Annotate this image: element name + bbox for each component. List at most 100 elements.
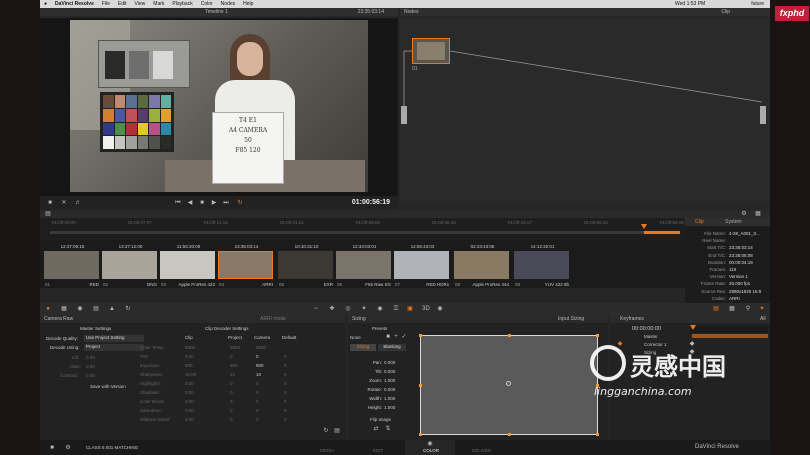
decoder-clip[interactable]: 0.00 — [185, 399, 194, 404]
menu-nodes[interactable]: Nodes — [221, 1, 235, 7]
play-reverse-icon[interactable]: ◀ — [186, 199, 194, 207]
decoder-camera[interactable]: 0 — [256, 408, 259, 413]
decoder-camera[interactable]: 10 — [256, 372, 261, 377]
node-graph[interactable]: 01 — [400, 18, 770, 203]
decoder-project[interactable]: 0 — [230, 381, 233, 386]
save-with-version-button[interactable]: Save with Version — [90, 384, 126, 389]
decoder-project[interactable]: 0 — [230, 417, 233, 422]
menu-view[interactable]: View — [135, 1, 146, 7]
decoder-project[interactable]: 800 — [230, 363, 238, 368]
corner-handle[interactable] — [596, 433, 599, 436]
decoder-camera[interactable]: 0 — [256, 381, 259, 386]
reset-icon[interactable]: ↻ — [322, 427, 330, 435]
decoder-camera[interactable]: 0 — [256, 390, 259, 395]
decode-quality-select[interactable]: Use Project Setting — [84, 335, 144, 342]
menu-file[interactable]: File — [102, 1, 110, 7]
flip-vertical-icon[interactable]: ⇅ — [384, 425, 392, 433]
decoder-default[interactable]: 0 — [284, 399, 287, 404]
input-sizing-select[interactable]: Input Sizing — [558, 315, 584, 323]
color-wheels-icon[interactable]: ◉ — [76, 305, 84, 313]
nodes-clip-label[interactable]: Clip — [721, 8, 730, 16]
keyframe-icon[interactable]: ▤ — [712, 305, 720, 313]
sizing-center-handle[interactable] — [506, 381, 511, 386]
blur-icon[interactable]: ◉ — [376, 305, 384, 313]
qualifier-icon[interactable]: ✚ — [328, 305, 336, 313]
tab-clip[interactable]: Clip — [695, 219, 704, 225]
power-window-icon[interactable]: ◎ — [344, 305, 352, 313]
menu-playback[interactable]: Playback — [172, 1, 192, 7]
clip-thumbnail[interactable]: 23:35:03:14 04 ARRI — [218, 244, 275, 288]
split-screen-icon[interactable]: ✕ — [60, 199, 68, 207]
playhead-icon[interactable] — [641, 224, 647, 229]
decoder-camera[interactable]: 5600 — [256, 345, 266, 350]
color-match-icon[interactable]: ▦ — [60, 305, 68, 313]
decoder-project[interactable]: 10 — [230, 372, 235, 377]
grid-view-icon[interactable]: ▦ — [754, 210, 762, 218]
decoder-clip[interactable]: 0.00 — [185, 408, 194, 413]
decoder-default[interactable]: 0 — [284, 363, 287, 368]
sizing-field-value[interactable]: 1.000 — [384, 405, 395, 410]
decoder-default[interactable]: 0 — [284, 417, 287, 422]
arri-mode-label[interactable]: ARRI mode — [260, 315, 286, 323]
info-icon[interactable]: ◉ — [436, 305, 444, 313]
page-edit[interactable]: EDIT — [373, 448, 383, 453]
sizing-icon[interactable]: ▣ — [406, 305, 414, 313]
project-manager-icon[interactable]: ■ — [48, 444, 56, 452]
decoder-clip[interactable]: 0.00 — [185, 354, 194, 359]
decoder-clip[interactable]: 5600 — [185, 345, 195, 350]
flip-horizontal-icon[interactable]: ⇄ — [372, 425, 380, 433]
tab-system[interactable]: System — [725, 219, 742, 225]
decoder-camera[interactable]: 0 — [256, 354, 259, 359]
motion-icon[interactable]: ↻ — [124, 305, 132, 313]
decoder-default[interactable]: 0 — [284, 390, 287, 395]
track-master[interactable]: Master — [644, 334, 658, 339]
sync-icon[interactable]: ▤ — [333, 427, 341, 435]
preset-apply-icon[interactable]: ✓ — [400, 333, 408, 341]
page-media[interactable]: MEDIA — [320, 448, 334, 453]
sizing-canvas[interactable] — [419, 334, 599, 436]
keyframes-filter[interactable]: All — [760, 315, 766, 323]
camera-raw-icon[interactable]: ● — [44, 305, 52, 313]
gain-value[interactable]: 0.00 — [86, 364, 95, 369]
audio-icon[interactable]: ♬ — [74, 199, 82, 207]
decoder-default[interactable]: 0 — [284, 381, 287, 386]
tab-blanking[interactable]: Blanking — [378, 344, 406, 351]
apple-icon[interactable]: ● — [44, 1, 47, 7]
page-deliver[interactable]: DELIVER — [472, 448, 491, 453]
menu-color[interactable]: Color — [201, 1, 213, 7]
sizing-field-value[interactable]: 0.000 — [384, 387, 395, 392]
decode-using-select[interactable]: Project — [84, 344, 144, 351]
timeline-ruler[interactable]: 01:00:00:00 01:00:07:07 01:00:14:14 01:00:2… — [40, 218, 685, 240]
clip-thumbnail[interactable]: 12:37:06:15 01 RED — [44, 244, 101, 288]
clip-thumbnail[interactable]: 14:12:32:01 09 YUV 422 8b — [514, 244, 571, 288]
decoder-clip[interactable]: 800 — [185, 363, 193, 368]
decoder-camera[interactable]: 0 — [256, 399, 259, 404]
curves-icon[interactable]: ∽ — [312, 305, 320, 313]
corner-handle[interactable] — [419, 334, 422, 337]
decoder-default[interactable]: 0 — [284, 408, 287, 413]
sizing-field-value[interactable]: 1.000 — [384, 396, 395, 401]
tab-sizing[interactable]: Sizing — [350, 344, 376, 351]
decoder-project[interactable]: 0 — [230, 390, 233, 395]
lift-value[interactable]: 0.00 — [86, 355, 95, 360]
decoder-project[interactable]: 0 — [230, 408, 233, 413]
decoder-project[interactable]: 0 — [230, 354, 233, 359]
edge-handle[interactable] — [508, 433, 511, 436]
edge-handle[interactable] — [508, 334, 511, 337]
loop-icon[interactable]: ↻ — [236, 199, 244, 207]
menu-mark[interactable]: Mark — [153, 1, 164, 7]
sizing-field-value[interactable]: 0.000 — [384, 369, 395, 374]
3d-icon[interactable]: 3D — [420, 305, 432, 313]
clip-thumbnail[interactable]: 12:56:43:03 07 RED HDRx — [394, 244, 451, 288]
stop-icon[interactable]: ■ — [198, 199, 206, 207]
decoder-clip[interactable]: 0.00 — [185, 390, 194, 395]
decoder-project[interactable]: 5600 — [230, 345, 240, 350]
decoder-clip[interactable]: 10.00 — [185, 372, 196, 377]
menu-help[interactable]: Help — [243, 1, 253, 7]
decoder-default[interactable]: 0 — [284, 372, 287, 377]
tracker-icon[interactable]: ✦ — [360, 305, 368, 313]
clip-thumbnail[interactable]: 13:37:12:00 02 DNG — [102, 244, 159, 288]
keyframe-playhead-icon[interactable] — [690, 325, 696, 330]
edge-handle[interactable] — [419, 384, 422, 387]
key-icon[interactable]: ⚿ — [392, 305, 400, 313]
